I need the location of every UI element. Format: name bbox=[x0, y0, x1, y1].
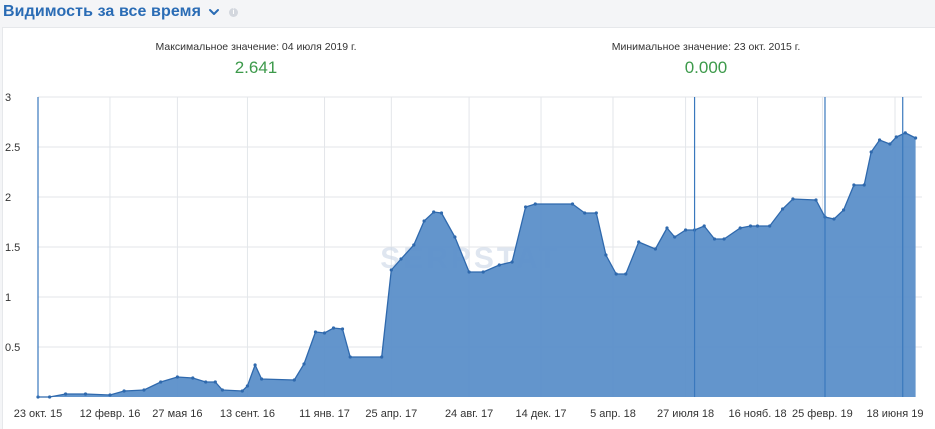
data-point bbox=[852, 183, 856, 187]
data-point bbox=[213, 380, 217, 384]
x-tick-label: 11 янв. 17 bbox=[299, 408, 350, 420]
x-tick-label: 14 дек. 17 bbox=[516, 408, 567, 420]
data-point bbox=[781, 207, 785, 211]
y-tick-label: 2.5 bbox=[5, 142, 20, 154]
data-point bbox=[64, 392, 68, 396]
data-point bbox=[380, 355, 384, 359]
data-point bbox=[412, 243, 416, 247]
data-point bbox=[467, 270, 471, 274]
data-point bbox=[722, 237, 726, 241]
y-tick-label: 1 bbox=[5, 292, 11, 304]
data-point bbox=[842, 208, 846, 212]
data-point bbox=[302, 362, 306, 366]
data-point bbox=[48, 395, 52, 399]
data-point bbox=[439, 211, 444, 215]
data-point bbox=[665, 226, 669, 230]
data-point bbox=[292, 378, 296, 382]
data-point bbox=[748, 224, 753, 228]
data-point bbox=[122, 389, 126, 393]
x-tick-label: 12 февр. 16 bbox=[80, 408, 141, 420]
data-point bbox=[331, 326, 336, 330]
data-point bbox=[191, 376, 195, 380]
x-tick-label: 13 сент. 16 bbox=[220, 408, 275, 420]
data-point bbox=[497, 263, 501, 267]
y-tick-label: 0.5 bbox=[5, 342, 20, 354]
y-tick-label: 2 bbox=[5, 192, 11, 204]
x-tick-label: 18 июня 19 bbox=[867, 408, 924, 420]
data-point bbox=[240, 389, 244, 393]
x-tick-label: 25 февр. 19 bbox=[792, 408, 853, 420]
data-point bbox=[903, 131, 907, 135]
data-point bbox=[422, 219, 426, 223]
data-point bbox=[83, 392, 88, 396]
data-point bbox=[204, 380, 208, 384]
data-point bbox=[878, 138, 882, 142]
data-point bbox=[570, 202, 575, 206]
data-point bbox=[399, 257, 403, 261]
x-tick-label: 5 апр. 18 bbox=[590, 408, 636, 420]
data-point bbox=[914, 136, 918, 140]
data-point bbox=[832, 217, 836, 221]
data-point bbox=[108, 393, 112, 397]
data-point bbox=[894, 135, 898, 139]
data-point bbox=[510, 260, 514, 264]
y-tick-label: 3 bbox=[5, 92, 11, 104]
data-point bbox=[673, 235, 677, 239]
data-point bbox=[637, 240, 641, 244]
data-point bbox=[322, 331, 327, 335]
y-tick-label: 1.5 bbox=[5, 242, 20, 254]
data-point bbox=[684, 228, 688, 232]
data-point bbox=[524, 205, 528, 209]
data-point bbox=[755, 224, 760, 228]
data-point bbox=[653, 247, 658, 251]
data-point bbox=[583, 211, 587, 215]
data-point bbox=[712, 237, 717, 241]
data-point bbox=[313, 330, 318, 334]
data-point bbox=[432, 210, 436, 214]
x-tick-label: 27 июля 18 bbox=[657, 408, 714, 420]
data-point bbox=[253, 363, 257, 367]
data-point bbox=[888, 142, 892, 146]
data-point bbox=[260, 377, 264, 381]
data-point bbox=[869, 150, 873, 154]
visibility-chart[interactable]: 0.5 1 1.5 2 2.5 3 23 окт. 15 12 февр. 16 27 мая … bbox=[0, 0, 935, 428]
x-tick-label: 24 авг. 17 bbox=[445, 408, 493, 420]
x-tick-label: 16 нояб. 18 bbox=[728, 408, 786, 420]
data-point bbox=[791, 197, 795, 201]
x-tick-label: 23 окт. 15 bbox=[14, 408, 63, 420]
data-point bbox=[389, 268, 393, 272]
data-point bbox=[862, 183, 866, 187]
data-point bbox=[604, 253, 608, 257]
data-point bbox=[702, 224, 706, 228]
data-point bbox=[245, 384, 249, 388]
data-point bbox=[533, 202, 537, 206]
x-tick-label: 27 мая 16 bbox=[152, 408, 202, 420]
data-point bbox=[614, 272, 618, 276]
data-point bbox=[340, 327, 345, 331]
data-point bbox=[814, 198, 818, 202]
data-point bbox=[594, 211, 598, 215]
data-point bbox=[624, 272, 628, 276]
data-point bbox=[142, 388, 146, 392]
data-point bbox=[159, 380, 163, 384]
data-point bbox=[768, 224, 772, 228]
data-point bbox=[453, 235, 457, 239]
data-point bbox=[738, 226, 742, 230]
data-point bbox=[175, 375, 179, 379]
data-point bbox=[220, 388, 224, 392]
data-point bbox=[481, 270, 485, 274]
data-point bbox=[348, 355, 352, 359]
x-tick-label: 25 апр. 17 bbox=[365, 408, 417, 420]
